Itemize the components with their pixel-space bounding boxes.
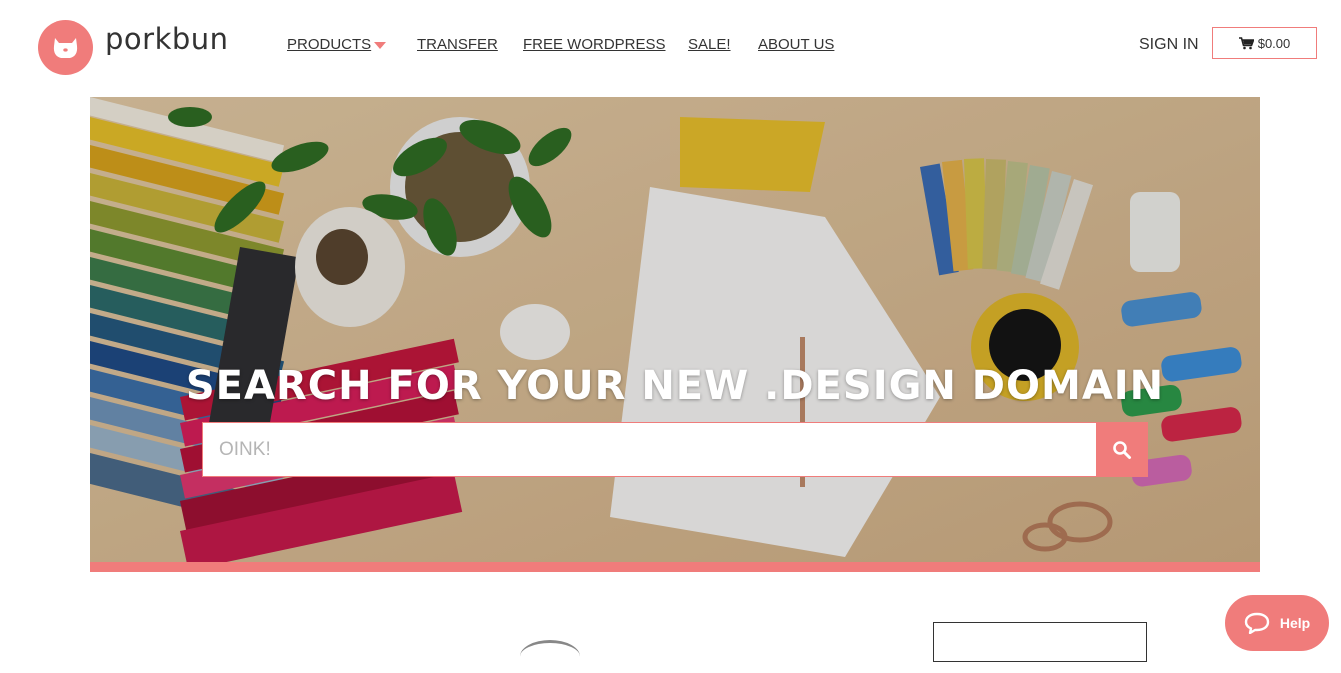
nav-about-us[interactable]: ABOUT US	[758, 36, 834, 53]
hero-accent-bar	[90, 562, 1260, 572]
cart-button[interactable]: $0.00	[1212, 27, 1317, 59]
sign-in-link[interactable]: SIGN IN	[1139, 36, 1199, 54]
brand-name[interactable]: porkbun	[105, 22, 229, 56]
domain-search-form	[202, 422, 1148, 477]
hero-headline: SEARCH FOR YOUR NEW .DESIGN DOMAIN	[185, 363, 1165, 409]
search-button[interactable]	[1096, 422, 1148, 477]
hero-banner: SEARCH FOR YOUR NEW .DESIGN DOMAIN	[90, 97, 1260, 562]
search-icon	[1113, 440, 1131, 459]
nav-transfer[interactable]: TRANSFER	[417, 36, 498, 53]
help-button[interactable]: Help	[1225, 595, 1329, 651]
hero-background-image	[90, 97, 1260, 562]
domain-search-input[interactable]	[202, 422, 1096, 477]
nav-products-label: PRODUCTS	[287, 36, 372, 53]
partial-graphic	[520, 640, 580, 673]
porkbun-logo-icon[interactable]	[38, 20, 93, 75]
nav-products[interactable]: PRODUCTS	[287, 36, 387, 53]
cart-total: $0.00	[1257, 35, 1291, 51]
nav-sale[interactable]: SALE!	[688, 36, 731, 53]
chat-bubble-icon	[1244, 612, 1270, 634]
shopping-cart-icon	[1238, 36, 1254, 49]
help-label: Help	[1279, 615, 1311, 631]
outlined-box	[933, 622, 1147, 662]
nav-free-wordpress[interactable]: FREE WORDPRESS	[523, 36, 666, 53]
chevron-down-icon	[374, 41, 387, 49]
